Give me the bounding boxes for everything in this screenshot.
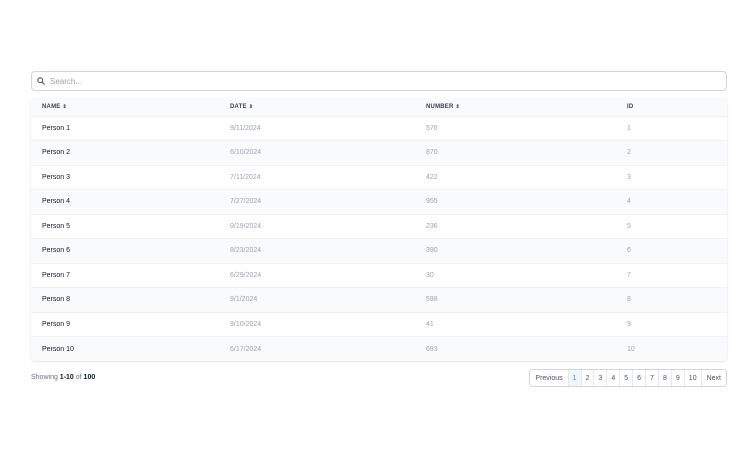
cell-name: Person 4 [42,198,71,206]
previous-button[interactable]: Previous [530,370,569,386]
table-row: Person 6 8/23/2024 390 6 [31,238,727,263]
cell-id: 9 [627,320,631,328]
cell-date: 8/23/2024 [230,247,262,255]
column-header-number[interactable]: NUMBER ⇕ [415,98,616,116]
next-button[interactable]: Next [702,370,726,386]
cell-date: 7/27/2024 [230,198,262,206]
cell-name: Person 5 [42,222,71,230]
cell-id: 6 [627,247,631,255]
table-row: Person 2 6/10/2024 870 2 [31,140,727,165]
page-button-8[interactable]: 8 [659,370,672,386]
cell-date: 9/10/2024 [230,320,262,328]
page-button-4[interactable]: 4 [607,370,621,386]
cell-number: 870 [426,149,438,157]
table-row: Person 10 6/17/2024 693 10 [31,336,727,361]
cell-date: 9/11/2024 [230,124,261,132]
sort-icon: ⇕ [455,103,460,110]
table-row: Person 3 7/11/2024 422 3 [31,165,727,190]
cell-name: Person 1 [42,124,71,132]
cell-date: 9/1/2024 [230,296,258,304]
cell-id: 4 [627,198,631,206]
page-button-1[interactable]: 1 [568,370,582,386]
results-range: 1-10 [59,374,74,381]
page-button-2[interactable]: 2 [582,370,595,386]
cell-id: 1 [627,124,631,132]
cell-id: 2 [627,149,631,157]
cell-id: 10 [627,345,635,353]
sort-icon: ⇕ [248,103,254,110]
cell-name: Person 3 [42,173,71,181]
cell-date: 9/19/2024 [230,222,262,230]
cell-date: 6/10/2024 [230,149,262,157]
cell-number: 390 [426,247,438,255]
page-button-5[interactable]: 5 [620,370,634,386]
cell-number: 598 [426,296,438,304]
cell-number: 41 [426,320,434,328]
cell-date: 6/29/2024 [230,271,262,279]
search-box[interactable] [31,71,727,91]
page-button-6[interactable]: 6 [633,370,647,386]
table-row: Person 7 6/29/2024 30 7 [31,263,727,288]
cell-id: 3 [627,173,631,181]
cell-id: 8 [627,296,631,304]
cell-name: Person 6 [42,247,71,255]
search-icon [37,76,47,86]
column-header-date[interactable]: DATE ⇕ [219,98,415,116]
cell-number: 693 [426,345,438,353]
page-button-3[interactable]: 3 [594,370,608,386]
table-row: Person 9 9/10/2024 41 9 [31,312,727,337]
cell-id: 7 [627,271,631,279]
cell-name: Person 8 [42,296,71,304]
table-header-row: NAME ⇕ DATE ⇕ NUMBER ⇕ ID [31,98,727,116]
cell-name: Person 9 [42,320,71,328]
cell-number: 422 [426,173,438,181]
table-row: Person 4 7/27/2024 955 4 [31,189,727,214]
page-button-10[interactable]: 10 [685,370,702,386]
cell-date: 7/11/2024 [230,173,261,181]
data-table: NAME ⇕ DATE ⇕ NUMBER ⇕ ID Person 1 9/11/202… [31,98,727,361]
pagination: Previous 1 2 3 4 5 6 7 8 9 10 Next [529,369,727,387]
table-row: Person 8 9/1/2024 598 8 [31,287,727,312]
table-row: Person 1 9/11/2024 576 1 [31,116,727,141]
cell-name: Person 2 [42,149,71,157]
results-summary: Showing 1-10 of 100 [31,374,96,381]
cell-date: 6/17/2024 [230,345,262,353]
cell-id: 5 [627,222,631,230]
search-input[interactable] [50,76,650,86]
page-button-9[interactable]: 9 [672,370,685,386]
cell-number: 955 [426,198,438,206]
column-header-id: ID [627,103,634,110]
cell-name: Person 10 [42,345,74,353]
page-button-7[interactable]: 7 [646,370,659,386]
cell-name: Person 7 [42,271,71,279]
cell-number: 236 [426,222,438,230]
cell-number: 576 [426,124,438,132]
sort-icon: ⇕ [62,103,67,110]
cell-number: 30 [426,271,434,279]
column-header-name[interactable]: NAME ⇕ [31,98,219,116]
table-row: Person 5 9/19/2024 236 5 [31,214,727,239]
results-total: 100 [83,374,96,381]
